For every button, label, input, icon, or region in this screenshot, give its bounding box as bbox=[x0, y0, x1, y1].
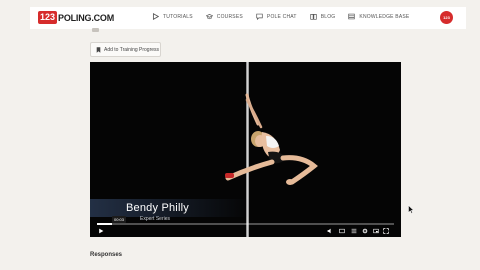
bookmark-icon bbox=[96, 46, 101, 53]
play-icon bbox=[99, 228, 104, 234]
nav-item-blog[interactable]: BLOG bbox=[310, 13, 336, 20]
captions-icon bbox=[339, 228, 345, 234]
responses-heading: Responses bbox=[90, 252, 123, 258]
mouse-cursor-icon bbox=[408, 205, 414, 214]
book-icon bbox=[310, 14, 317, 20]
volume-button[interactable] bbox=[326, 227, 334, 235]
nav-item-pole-chat[interactable]: POLE CHAT bbox=[256, 13, 297, 20]
nav-label-tutorials: TUTORIALS bbox=[163, 13, 193, 20]
nav-item-courses[interactable]: COURSES bbox=[205, 13, 243, 20]
series-label: Expert Series bbox=[140, 216, 171, 222]
graduation-cap-icon bbox=[205, 14, 213, 20]
page: 123 POLING.COM TUTORIALS COURSES POLE CH… bbox=[0, 0, 480, 270]
hover-time-tooltip: 00:03 bbox=[112, 216, 127, 223]
fullscreen-button[interactable] bbox=[382, 227, 390, 235]
video-player[interactable]: Bendy Philly Expert Series 00:03 bbox=[90, 62, 401, 237]
nav-label-blog: BLOG bbox=[320, 13, 336, 20]
settings-button[interactable] bbox=[361, 227, 369, 235]
picture-in-picture-icon bbox=[373, 228, 379, 234]
logo-text: POLING.COM bbox=[58, 12, 115, 23]
nav-label-pole-chat: POLE CHAT bbox=[266, 13, 297, 20]
main-nav: TUTORIALS COURSES POLE CHAT BLOG KNOWLED… bbox=[152, 13, 422, 20]
play-icon bbox=[152, 13, 159, 20]
logo-badge: 123 bbox=[38, 11, 58, 24]
pip-button[interactable] bbox=[372, 227, 380, 235]
gear-icon bbox=[362, 228, 368, 234]
player-controls bbox=[90, 225, 401, 237]
captions-button[interactable] bbox=[338, 227, 346, 235]
volume-icon bbox=[327, 228, 331, 234]
library-icon bbox=[348, 13, 356, 20]
chat-icon bbox=[256, 13, 263, 20]
fullscreen-icon bbox=[383, 228, 389, 234]
faded-breadcrumb-icon bbox=[92, 28, 99, 32]
nav-label-knowledge-base: KNOWLEDGE BASE bbox=[359, 13, 410, 20]
play-button[interactable] bbox=[97, 227, 105, 235]
training-button-label: Add to Training Progress bbox=[104, 46, 160, 53]
list-icon bbox=[351, 228, 357, 234]
nav-item-tutorials[interactable]: TUTORIALS bbox=[152, 13, 193, 20]
nav-item-knowledge-base[interactable]: KNOWLEDGE BASE bbox=[348, 13, 409, 20]
user-avatar[interactable]: 123 bbox=[440, 11, 453, 24]
site-logo[interactable]: 123 POLING.COM bbox=[38, 11, 114, 24]
nav-label-courses: COURSES bbox=[216, 13, 243, 20]
add-to-training-progress-button[interactable]: Add to Training Progress bbox=[90, 42, 161, 57]
chapters-button[interactable] bbox=[350, 227, 358, 235]
performer-name: Bendy Philly bbox=[126, 202, 189, 214]
